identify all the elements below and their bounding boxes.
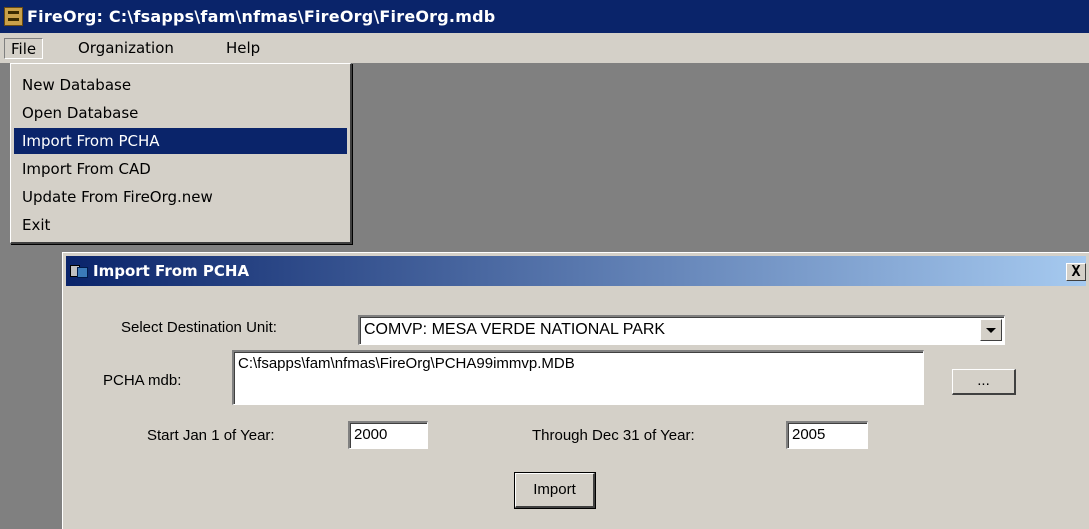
end-year-label: Through Dec 31 of Year: (532, 427, 695, 444)
pcha-mdb-path-value: C:\fsapps\fam\nfmas\FireOrg\PCHA99immvp.… (238, 355, 575, 372)
destination-unit-select[interactable]: COMVP: MESA VERDE NATIONAL PARK (358, 315, 1005, 345)
start-year-input[interactable]: 2000 (348, 421, 428, 449)
menu-item-import-from-cad[interactable]: Import From CAD (14, 156, 347, 182)
file-menu-dropdown: New Database Open Database Import From P… (10, 63, 352, 244)
pcha-mdb-path-field[interactable]: C:\fsapps\fam\nfmas\FireOrg\PCHA99immvp.… (232, 350, 924, 405)
destination-unit-value: COMVP: MESA VERDE NATIONAL PARK (364, 321, 666, 338)
dialog-title: Import From PCHA (93, 262, 250, 280)
menu-organization[interactable]: Organization (72, 38, 180, 59)
start-year-value: 2000 (354, 426, 388, 443)
end-year-value: 2005 (792, 426, 826, 443)
pcha-mdb-label: PCHA mdb: (103, 372, 182, 389)
window-title: FireOrg: C:\fsapps\fam\nfmas\FireOrg\Fir… (27, 7, 496, 26)
close-icon[interactable]: X (1066, 263, 1086, 281)
menu-item-import-from-pcha[interactable]: Import From PCHA (14, 128, 347, 154)
end-year-input[interactable]: 2005 (786, 421, 868, 449)
import-button[interactable]: Import (514, 472, 596, 509)
dialog-window-icon (70, 263, 88, 279)
menu-file[interactable]: File (4, 38, 44, 59)
dialog-title-bar[interactable]: Import From PCHA X (66, 256, 1086, 286)
destination-unit-label: Select Destination Unit: (121, 319, 277, 336)
start-year-label: Start Jan 1 of Year: (147, 427, 275, 444)
browse-button[interactable]: ... (952, 369, 1016, 395)
chevron-down-icon[interactable] (980, 319, 1002, 341)
menu-help[interactable]: Help (220, 38, 266, 59)
main-title-bar: FireOrg: C:\fsapps\fam\nfmas\FireOrg\Fir… (0, 0, 1089, 33)
menu-bar: File Organization Help (0, 33, 1089, 63)
menu-item-new-database[interactable]: New Database (14, 72, 347, 98)
menu-item-exit[interactable]: Exit (14, 212, 347, 238)
menu-item-update-from-fireorg-new[interactable]: Update From FireOrg.new (14, 184, 347, 210)
import-from-pcha-dialog: Import From PCHA X Select Destination Un… (62, 252, 1089, 529)
fireorg-app-icon[interactable] (4, 7, 23, 26)
menu-item-open-database[interactable]: Open Database (14, 100, 347, 126)
